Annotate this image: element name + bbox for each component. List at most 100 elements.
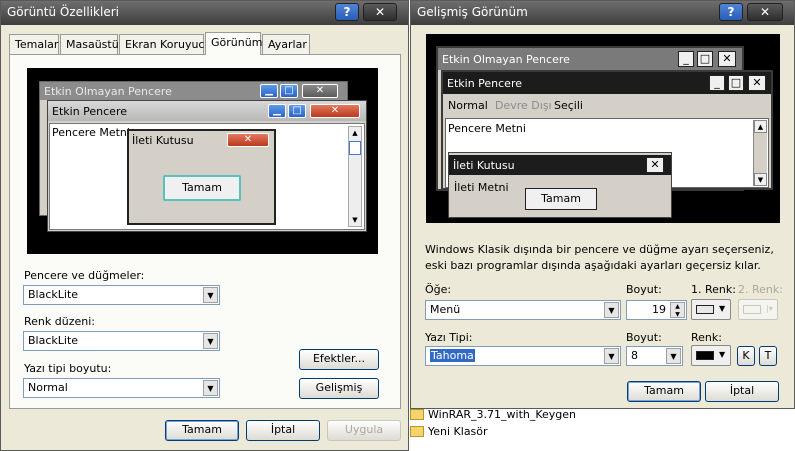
menu-bar-preview: Normal Devre Dışı Seçili bbox=[443, 94, 771, 116]
font-size-select[interactable]: 8 ▼ bbox=[626, 346, 683, 366]
close-icon: ✕ bbox=[718, 51, 736, 67]
chevron-down-icon: ▼ bbox=[604, 348, 619, 364]
ok-button[interactable]: Tamam bbox=[165, 420, 239, 441]
preview-scrollbar: ▲ ▼ bbox=[753, 120, 767, 186]
scroll-up-icon: ▲ bbox=[352, 129, 358, 137]
italic-toggle[interactable]: T bbox=[759, 346, 777, 366]
window-text: Pencere Metni bbox=[448, 122, 526, 135]
help-button[interactable]: ? bbox=[335, 3, 359, 21]
minimize-icon: _ bbox=[709, 75, 725, 91]
tab-themes[interactable]: Temalar bbox=[9, 34, 59, 54]
menu-disabled: Devre Dışı bbox=[495, 99, 552, 112]
message-ok-preview: Tamam bbox=[525, 188, 597, 210]
cancel-button[interactable]: İptal bbox=[705, 381, 779, 402]
color-swatch-icon bbox=[696, 305, 714, 314]
item-select[interactable]: Menü ▼ bbox=[425, 300, 621, 320]
font-value: Tahoma bbox=[430, 349, 475, 362]
close-button[interactable]: ✕ bbox=[363, 3, 397, 21]
color2-picker[interactable]: |▾ bbox=[738, 299, 778, 320]
font-color-picker[interactable]: ▼ bbox=[691, 345, 731, 366]
maximize-icon: □ bbox=[697, 51, 713, 67]
maximize-icon: □ bbox=[288, 104, 306, 118]
color1-picker[interactable]: ▼ bbox=[691, 299, 731, 320]
info-text: Windows Klasik dışında bir pencere ve dü… bbox=[425, 243, 774, 272]
apply-button[interactable]: Uygula bbox=[327, 420, 401, 441]
font-size-label: Boyut: bbox=[626, 331, 662, 344]
close-icon: ✕ bbox=[646, 157, 664, 173]
ok-button[interactable]: Tamam bbox=[627, 381, 701, 402]
chevron-down-icon: ▼ bbox=[719, 304, 726, 313]
maximize-icon: □ bbox=[280, 84, 298, 98]
close-icon: ✕ bbox=[227, 133, 269, 147]
chevron-down-icon: ▼ bbox=[203, 287, 218, 303]
chevron-down-icon: ▼ bbox=[203, 380, 218, 396]
font-select[interactable]: Tahoma ▼ bbox=[425, 346, 621, 366]
message-box-title: İleti Kutusu bbox=[132, 134, 194, 147]
minimize-icon: ▁ bbox=[268, 104, 286, 118]
bold-toggle[interactable]: K bbox=[737, 346, 755, 366]
minimize-icon: ▁ bbox=[260, 84, 278, 98]
inactive-window-titlebar: Etkin Olmayan Pencere bbox=[40, 82, 347, 100]
scroll-thumb bbox=[349, 141, 361, 155]
tab-settings[interactable]: Ayarlar bbox=[262, 34, 310, 54]
inactive-window-title: Etkin Olmayan Pencere bbox=[44, 85, 172, 98]
color-scheme-select[interactable]: BlackLite ▼ bbox=[23, 331, 220, 351]
spinner-arrows-icon[interactable]: ▲ ▼ bbox=[670, 302, 685, 318]
active-window-title: Etkin Pencere bbox=[52, 105, 128, 118]
color-scheme-label: Renk düzeni: bbox=[24, 315, 95, 328]
windows-buttons-value: BlackLite bbox=[28, 288, 79, 301]
message-box-preview: İleti Kutusu ✕ Tamam bbox=[127, 129, 276, 225]
effects-button[interactable]: Efektler... bbox=[299, 349, 379, 370]
cancel-button[interactable]: İptal bbox=[246, 420, 320, 441]
windows-buttons-select[interactable]: BlackLite ▼ bbox=[23, 285, 220, 305]
tab-appearance[interactable]: Görünüm bbox=[205, 32, 262, 55]
message-ok-preview: Tamam bbox=[163, 175, 241, 201]
message-box-title: İleti Kutusu bbox=[453, 159, 515, 172]
window-text: Pencere Metni bbox=[52, 126, 130, 139]
font-color-label: Renk: bbox=[691, 331, 722, 344]
maximize-icon: □ bbox=[728, 75, 744, 91]
color-scheme-value: BlackLite bbox=[28, 334, 79, 347]
color-swatch-icon bbox=[696, 351, 714, 360]
font-size-value: 8 bbox=[631, 349, 638, 362]
color2-label: 2. Renk: bbox=[738, 283, 783, 296]
window-title: Gelişmiş Görünüm bbox=[417, 5, 528, 19]
close-icon: ✕ bbox=[310, 104, 360, 118]
inactive-window-title: Etkin Olmayan Pencere bbox=[442, 53, 570, 66]
tab-screensaver[interactable]: Ekran Koruyucu bbox=[119, 34, 211, 54]
font-size-select[interactable]: Normal ▼ bbox=[23, 378, 220, 398]
chevron-down-icon: ▼ bbox=[604, 302, 619, 318]
close-icon: ✕ bbox=[302, 84, 338, 98]
active-window-title: Etkin Pencere bbox=[447, 77, 523, 90]
font-label: Yazı Tipi: bbox=[425, 331, 473, 344]
help-button[interactable]: ? bbox=[719, 3, 743, 21]
item-size-label: Boyut: bbox=[626, 283, 662, 296]
item-value: Menü bbox=[430, 303, 461, 316]
message-text: İleti Metni bbox=[454, 181, 509, 194]
color-swatch-icon bbox=[743, 305, 761, 314]
close-icon: ✕ bbox=[748, 75, 766, 91]
color1-label: 1. Renk: bbox=[691, 283, 736, 296]
chevron-down-icon: ▼ bbox=[719, 350, 726, 359]
preview-scrollbar: ▲ ▼ bbox=[348, 126, 362, 227]
item-label: Öğe: bbox=[425, 283, 452, 296]
advanced-preview: Etkin Olmayan Pencere _ □ ✕ Etkin Pencer… bbox=[426, 34, 780, 223]
folder-icon bbox=[410, 426, 424, 437]
item-size-spinner[interactable]: 19 ▲ ▼ bbox=[626, 300, 687, 320]
advanced-button[interactable]: Gelişmiş bbox=[299, 378, 379, 399]
chevron-down-icon: ▼ bbox=[666, 348, 681, 364]
message-box-preview: İleti Kutusu ✕ İleti Metni Tamam bbox=[448, 152, 672, 218]
menu-selected: Seçili bbox=[554, 99, 583, 112]
chevron-down-icon: |▾ bbox=[766, 304, 773, 313]
display-properties-dialog: Görüntü Özellikleri ? ✕ Temalar Masaüstü… bbox=[0, 0, 409, 451]
font-size-value: Normal bbox=[28, 381, 68, 394]
chevron-down-icon: ▼ bbox=[203, 333, 218, 349]
close-button[interactable]: ✕ bbox=[747, 3, 783, 21]
font-size-label: Yazı tipi boyutu: bbox=[24, 362, 112, 375]
desktop-folder-new[interactable]: Yeni Klasör bbox=[408, 424, 588, 440]
folder-icon bbox=[410, 409, 424, 420]
scroll-down-icon: ▼ bbox=[352, 216, 358, 224]
desktop-folder-winrar[interactable]: WinRAR_3.71_with_Keygen bbox=[408, 407, 588, 423]
item-size-value: 19 bbox=[652, 303, 666, 316]
tab-desktop[interactable]: Masaüstü bbox=[60, 34, 119, 54]
